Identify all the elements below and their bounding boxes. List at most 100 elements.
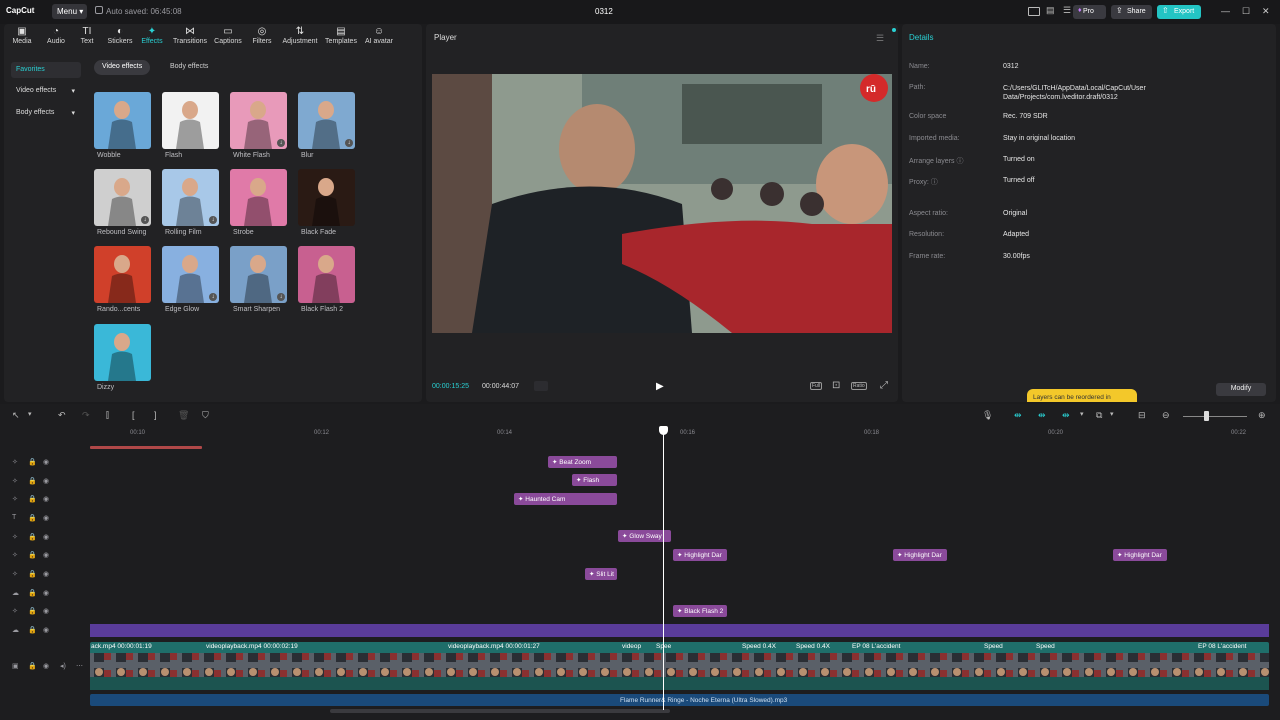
shortcut-icon[interactable]: ▤ bbox=[1046, 5, 1055, 16]
horizontal-scrollbar[interactable] bbox=[330, 709, 670, 713]
play-icon[interactable]: ▶ bbox=[656, 381, 664, 392]
more-icon[interactable]: ⋯ bbox=[76, 662, 83, 670]
effect-thumbnail[interactable]: ↓ bbox=[94, 169, 151, 226]
timecode-toggle[interactable] bbox=[534, 381, 548, 391]
screenshot-icon[interactable]: ⊡ bbox=[832, 380, 840, 391]
effect-thumbnail[interactable] bbox=[298, 169, 355, 226]
tab-text[interactable]: TI Text bbox=[74, 26, 100, 50]
eye-icon[interactable]: ◉ bbox=[43, 570, 49, 578]
delete-icon[interactable]: 🗑 bbox=[178, 410, 189, 421]
lock-icon[interactable]: 🔒 bbox=[28, 551, 37, 559]
tab-templates[interactable]: ▤ Templates bbox=[323, 26, 359, 50]
tab-adjustment[interactable]: ⇅ Adjustment bbox=[280, 26, 320, 50]
lock-icon[interactable]: 🔒 bbox=[28, 662, 37, 670]
split-left-icon[interactable]: [ bbox=[132, 410, 135, 420]
eye-icon[interactable]: ◉ bbox=[43, 626, 49, 634]
effect-thumbnail[interactable]: ↓ bbox=[230, 92, 287, 149]
effect-thumbnail[interactable] bbox=[230, 169, 287, 226]
tab-filters[interactable]: ◎ Filters bbox=[249, 26, 275, 50]
sidebar-body-effects[interactable]: Body effects ▾ bbox=[11, 105, 81, 121]
video-preview[interactable]: rū bbox=[432, 74, 892, 333]
effect-clip-strip[interactable] bbox=[90, 446, 202, 449]
eye-icon[interactable]: ◉ bbox=[43, 495, 49, 503]
effect-clip[interactable]: ✦ Flash bbox=[572, 474, 617, 486]
eye-icon[interactable]: ◉ bbox=[43, 551, 49, 559]
close-icon[interactable]: ✕ bbox=[1262, 6, 1270, 17]
settings-icon[interactable]: ☰ bbox=[1063, 5, 1071, 16]
mute-icon[interactable]: ◂) bbox=[60, 662, 66, 670]
zoom-in-icon[interactable]: ⊕ bbox=[1258, 410, 1266, 421]
sidebar-video-effects[interactable]: Video effects ▾ bbox=[11, 83, 81, 99]
split-right-icon[interactable]: ] bbox=[154, 410, 157, 420]
tab-body-effects[interactable]: Body effects bbox=[162, 60, 216, 75]
preview-axis-icon[interactable]: ⧉ bbox=[1096, 410, 1102, 421]
effect-thumbnail[interactable]: ↓ bbox=[298, 92, 355, 149]
redo-icon[interactable]: ↷ bbox=[82, 410, 90, 421]
select-tool-icon[interactable]: ↖ bbox=[12, 410, 20, 421]
player-menu-icon[interactable]: ☰ bbox=[876, 33, 884, 44]
tab-ai-avatar[interactable]: ☺ AI avatar bbox=[362, 26, 396, 50]
lock-icon[interactable]: 🔒 bbox=[28, 477, 37, 485]
adjustment-track-clip[interactable] bbox=[90, 624, 1269, 637]
tab-audio[interactable]: ◔ Audio bbox=[42, 26, 70, 50]
tab-video-effects[interactable]: Video effects bbox=[94, 60, 151, 75]
lock-icon[interactable]: 🔒 bbox=[28, 607, 37, 615]
effect-thumbnail[interactable] bbox=[298, 246, 355, 303]
eye-icon[interactable]: ◉ bbox=[43, 662, 49, 670]
zoom-slider-handle[interactable] bbox=[1204, 411, 1209, 421]
playhead-line[interactable] bbox=[663, 432, 664, 710]
playhead-handle[interactable] bbox=[659, 426, 668, 435]
tab-transitions[interactable]: ⋈ Transitions bbox=[171, 26, 209, 50]
chevron-down-icon[interactable]: ▾ bbox=[1080, 410, 1084, 418]
eye-icon[interactable]: ◉ bbox=[43, 458, 49, 466]
modify-button[interactable]: Modify bbox=[1216, 383, 1266, 396]
download-icon[interactable]: ↓ bbox=[141, 216, 149, 224]
effect-clip[interactable]: ✦ Slit Lit bbox=[585, 568, 617, 580]
effect-clip[interactable]: ✦ Highlight Dar bbox=[893, 549, 947, 561]
undo-icon[interactable]: ↶ bbox=[58, 410, 66, 421]
eye-icon[interactable]: ◉ bbox=[43, 607, 49, 615]
sidebar-favorites[interactable]: Favorites bbox=[11, 62, 81, 78]
ratio-button[interactable]: Ratio bbox=[851, 382, 867, 390]
effect-thumbnail[interactable]: ↓ bbox=[230, 246, 287, 303]
effect-clip[interactable]: ✦ Highlight Dar bbox=[1113, 549, 1167, 561]
split-icon[interactable]: ⫿ bbox=[106, 410, 109, 421]
effect-clip[interactable]: ✦ Highlight Dar bbox=[673, 549, 727, 561]
zoom-slider[interactable] bbox=[1183, 416, 1247, 417]
effect-thumbnail[interactable] bbox=[94, 324, 151, 381]
lock-icon[interactable]: 🔒 bbox=[28, 626, 37, 634]
linkage-icon[interactable]: ⇹ bbox=[1062, 410, 1070, 421]
fullscreen-icon[interactable]: ⤢ bbox=[880, 380, 888, 391]
effect-thumbnail[interactable] bbox=[94, 92, 151, 149]
maximize-icon[interactable]: ☐ bbox=[1242, 6, 1250, 17]
lock-icon[interactable]: 🔒 bbox=[28, 570, 37, 578]
link-main-icon[interactable]: ⇹ bbox=[1014, 410, 1022, 421]
effect-thumbnail[interactable] bbox=[94, 246, 151, 303]
effect-thumbnail[interactable] bbox=[162, 92, 219, 149]
download-icon[interactable]: ↓ bbox=[277, 293, 285, 301]
eye-icon[interactable]: ◉ bbox=[43, 514, 49, 522]
tab-captions[interactable]: ▭ Captions bbox=[212, 26, 244, 50]
microphone-icon[interactable]: 🎙 bbox=[982, 410, 993, 421]
lock-icon[interactable]: 🔒 bbox=[28, 589, 37, 597]
full-quality-button[interactable]: Full bbox=[810, 382, 823, 390]
download-icon[interactable]: ↓ bbox=[345, 139, 353, 147]
shield-icon[interactable]: ⛉ bbox=[202, 410, 209, 421]
menu-button[interactable]: Menu ▾ bbox=[52, 4, 87, 19]
layout-icon[interactable] bbox=[1028, 7, 1040, 16]
eye-icon[interactable]: ◉ bbox=[43, 477, 49, 485]
effect-clip[interactable]: ✦ Haunted Cam bbox=[514, 493, 617, 505]
eye-icon[interactable]: ◉ bbox=[43, 589, 49, 597]
download-icon[interactable]: ↓ bbox=[277, 139, 285, 147]
tab-effects[interactable]: ✦ Effects bbox=[138, 26, 166, 50]
caption-icon[interactable]: ⊟ bbox=[1138, 410, 1146, 421]
tab-stickers[interactable]: ◐ Stickers bbox=[106, 26, 134, 50]
lock-icon[interactable]: 🔒 bbox=[28, 533, 37, 541]
lock-icon[interactable]: 🔒 bbox=[28, 458, 37, 466]
minimize-icon[interactable]: — bbox=[1221, 6, 1230, 16]
effect-clip[interactable]: ✦ Black Flash 2 bbox=[673, 605, 727, 617]
eye-icon[interactable]: ◉ bbox=[43, 533, 49, 541]
download-icon[interactable]: ↓ bbox=[209, 293, 217, 301]
effect-clip[interactable]: ✦ Beat Zoom bbox=[548, 456, 617, 468]
effect-thumbnail[interactable]: ↓ bbox=[162, 169, 219, 226]
